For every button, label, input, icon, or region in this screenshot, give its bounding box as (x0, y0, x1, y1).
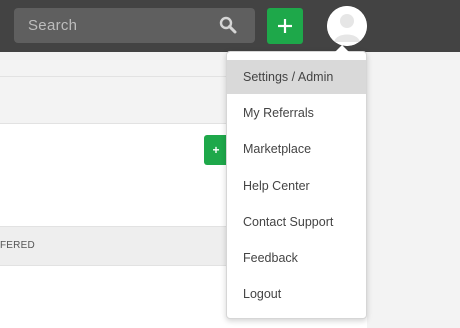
add-button[interactable] (267, 8, 303, 44)
column-header-referred[interactable]: FERED (0, 240, 35, 251)
menu-item-my-referrals[interactable]: My Referrals (227, 96, 366, 130)
top-navbar: Search (0, 0, 460, 52)
search-input[interactable]: Search (28, 17, 77, 34)
right-gutter (367, 52, 460, 328)
menu-item-feedback[interactable]: Feedback (227, 241, 366, 275)
menu-item-logout[interactable]: Logout (227, 277, 366, 311)
dropdown-caret (335, 45, 349, 52)
user-avatar[interactable] (327, 6, 367, 46)
user-silhouette-icon (327, 6, 367, 46)
menu-item-settings-admin[interactable]: Settings / Admin (227, 60, 366, 94)
add-item-button[interactable]: + (204, 135, 228, 165)
search-icon[interactable] (219, 16, 237, 34)
menu-item-contact-support[interactable]: Contact Support (227, 205, 366, 239)
menu-item-help-center[interactable]: Help Center (227, 169, 366, 203)
user-dropdown-menu: Settings / Admin My Referrals Marketplac… (226, 51, 367, 319)
plus-icon (278, 19, 292, 33)
menu-item-marketplace[interactable]: Marketplace (227, 132, 366, 166)
search-box[interactable]: Search (14, 8, 255, 43)
